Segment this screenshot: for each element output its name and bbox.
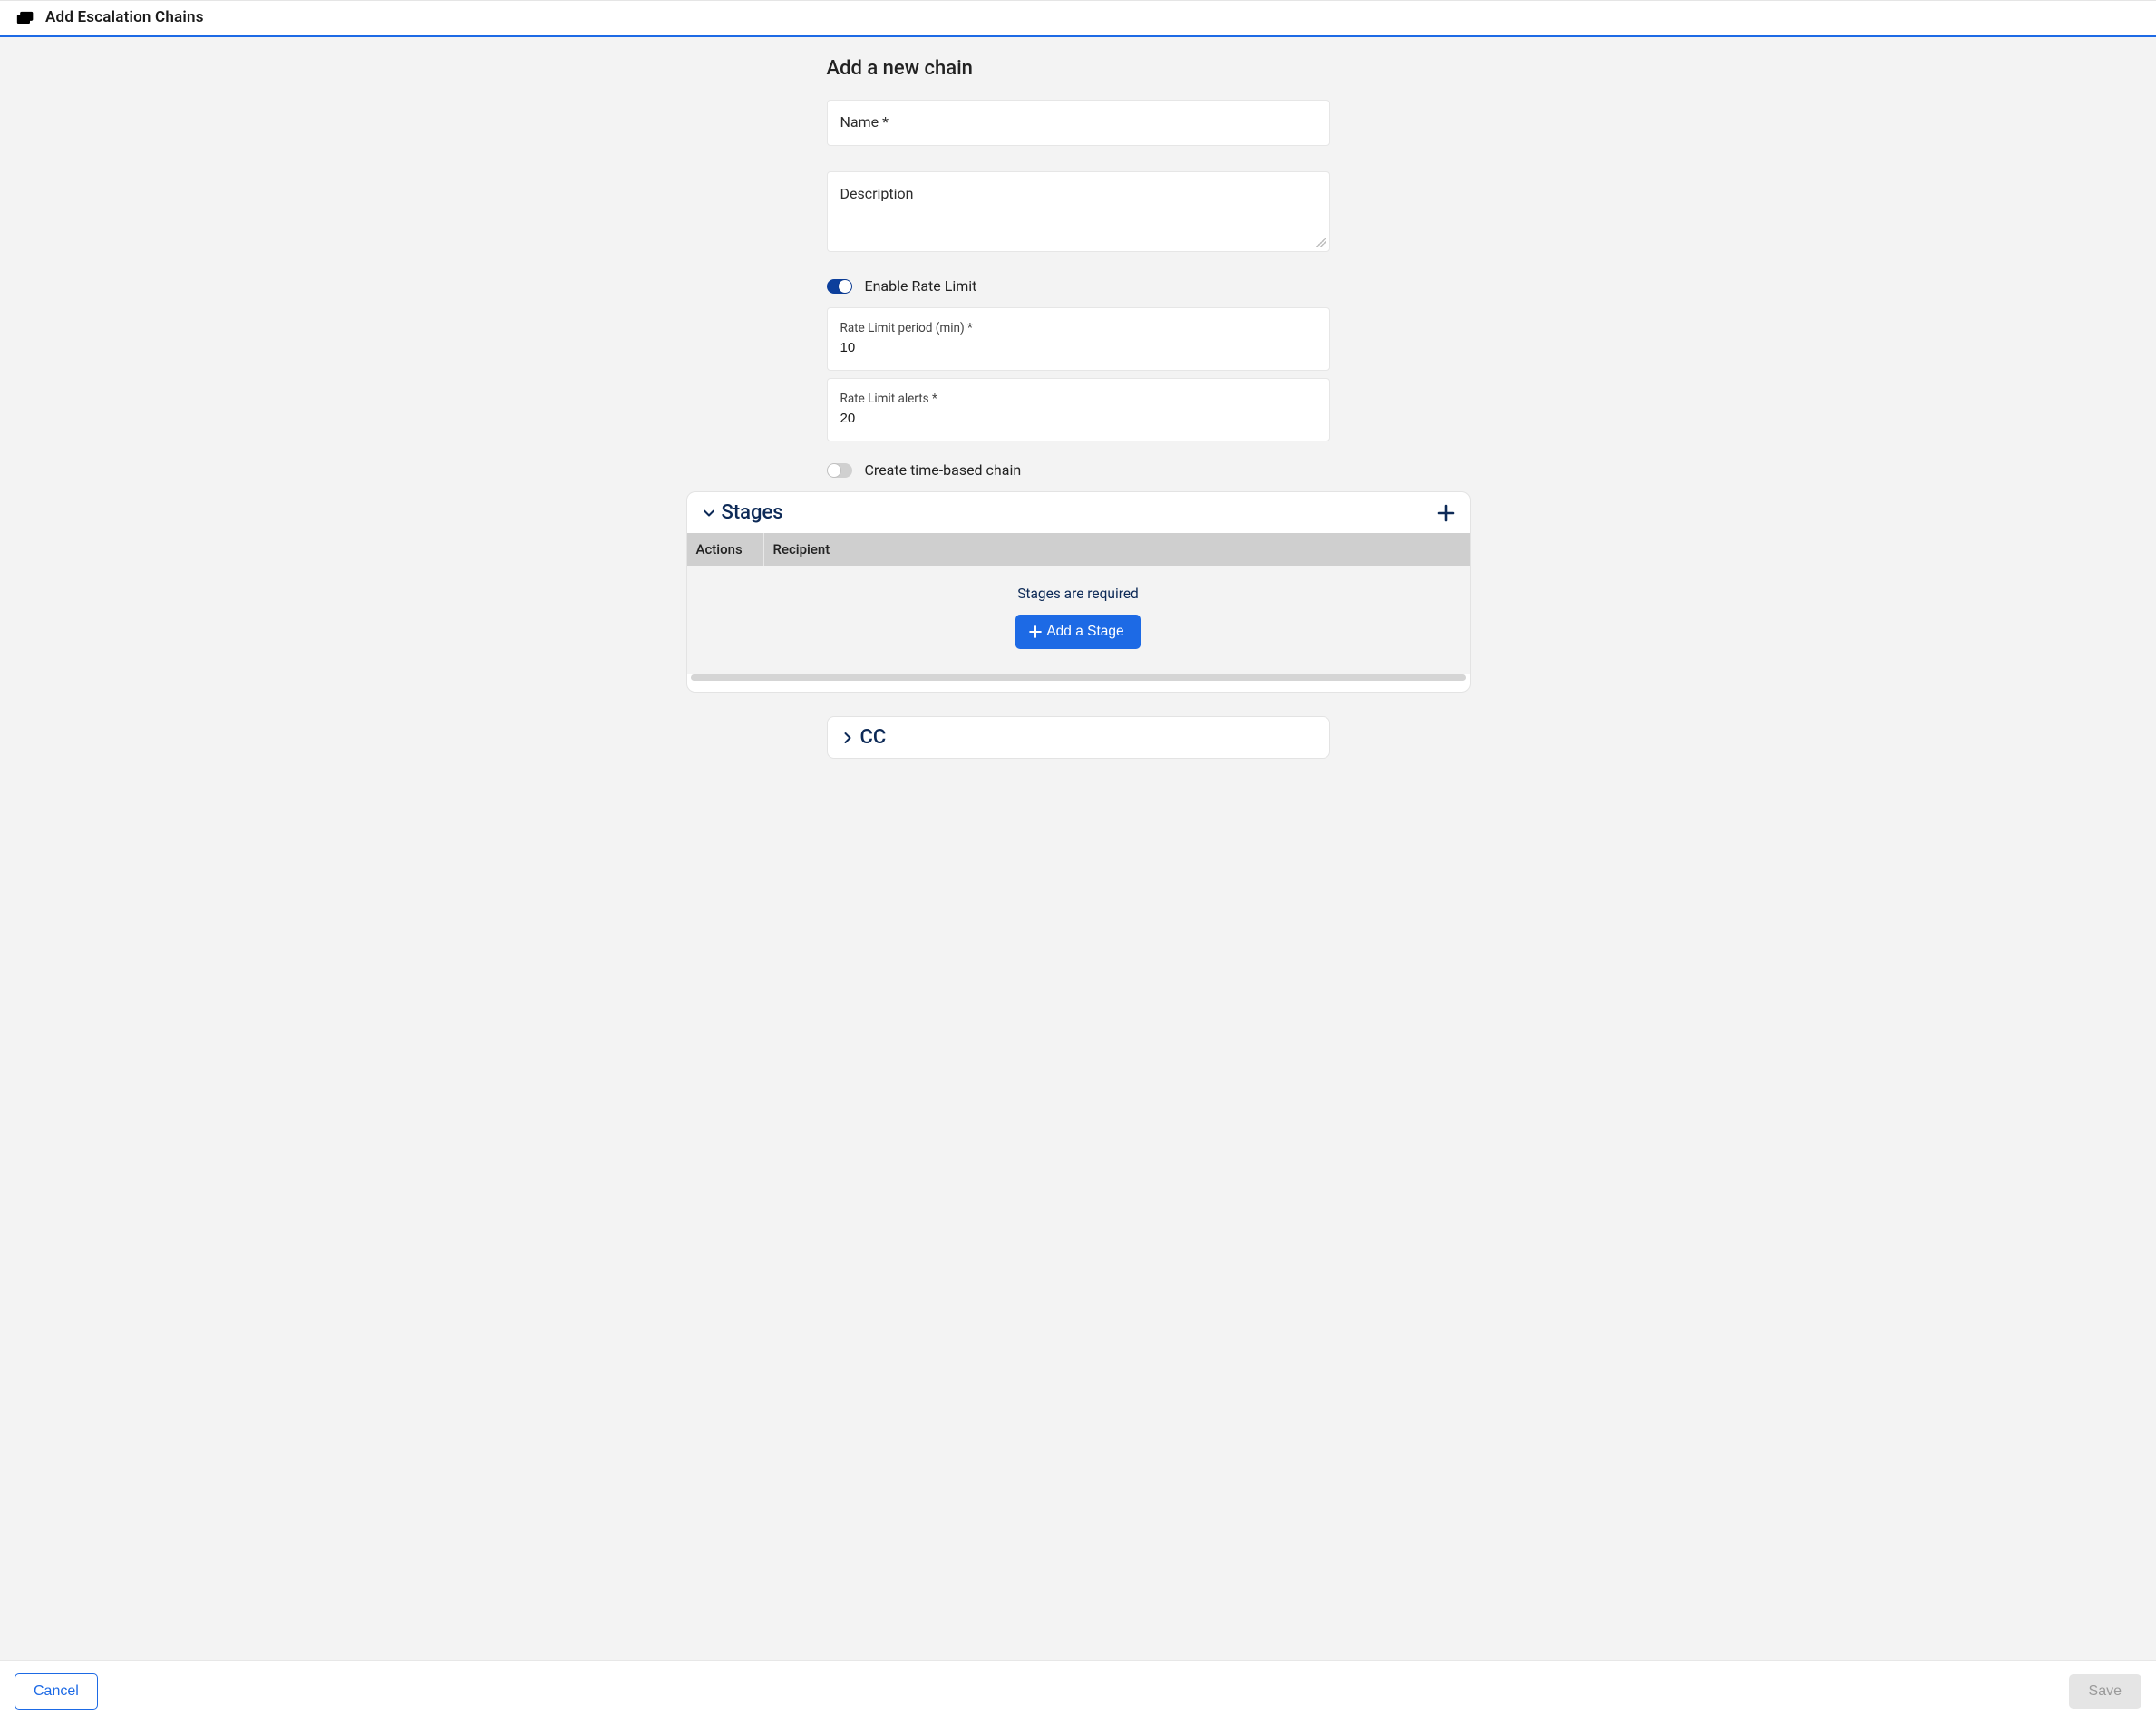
- name-label: Name *: [840, 113, 889, 131]
- rate-limit-period-field[interactable]: Rate Limit period (min) *: [827, 307, 1330, 371]
- stages-column-headers: Actions Recipient: [687, 533, 1470, 566]
- stages-empty-message: Stages are required: [696, 586, 1461, 602]
- rate-limit-toggle-label: Enable Rate Limit: [865, 277, 977, 295]
- rate-limit-alerts-field[interactable]: Rate Limit alerts *: [827, 378, 1330, 441]
- add-stage-button-label: Add a Stage: [1046, 624, 1123, 640]
- col-header-recipient: Recipient: [764, 533, 1470, 566]
- time-based-toggle[interactable]: [827, 463, 852, 478]
- stages-title: Stages: [722, 501, 783, 524]
- dialog-title: Add Escalation Chains: [45, 8, 204, 26]
- rate-limit-alerts-input[interactable]: [840, 411, 1316, 426]
- stacked-windows-icon: [16, 10, 34, 25]
- chevron-down-icon[interactable]: [700, 504, 718, 522]
- stages-panel: Stages Actions Recipient Stages are requ…: [686, 491, 1471, 693]
- description-field[interactable]: Description: [827, 171, 1330, 252]
- horizontal-scrollbar[interactable]: [691, 674, 1466, 681]
- section-title: Add a new chain: [827, 57, 1330, 80]
- add-stage-icon-button[interactable]: [1435, 502, 1457, 524]
- col-header-actions: Actions: [687, 533, 764, 566]
- rate-limit-toggle[interactable]: [827, 279, 852, 294]
- save-button[interactable]: Save: [2069, 1674, 2141, 1709]
- chevron-right-icon: [839, 729, 857, 747]
- rate-limit-period-label: Rate Limit period (min) *: [840, 321, 1316, 335]
- dialog-header: Add Escalation Chains: [0, 1, 2156, 37]
- cc-title: CC: [860, 726, 887, 749]
- dialog-footer: Cancel Save: [0, 1660, 2156, 1726]
- rate-limit-period-input[interactable]: [840, 340, 1316, 355]
- time-based-toggle-label: Create time-based chain: [865, 461, 1022, 479]
- cc-panel[interactable]: CC: [827, 716, 1330, 759]
- name-field[interactable]: Name *: [827, 100, 1330, 146]
- description-label: Description: [840, 185, 914, 202]
- rate-limit-alerts-label: Rate Limit alerts *: [840, 392, 1316, 406]
- cancel-button[interactable]: Cancel: [15, 1673, 98, 1710]
- add-stage-button[interactable]: Add a Stage: [1015, 615, 1140, 649]
